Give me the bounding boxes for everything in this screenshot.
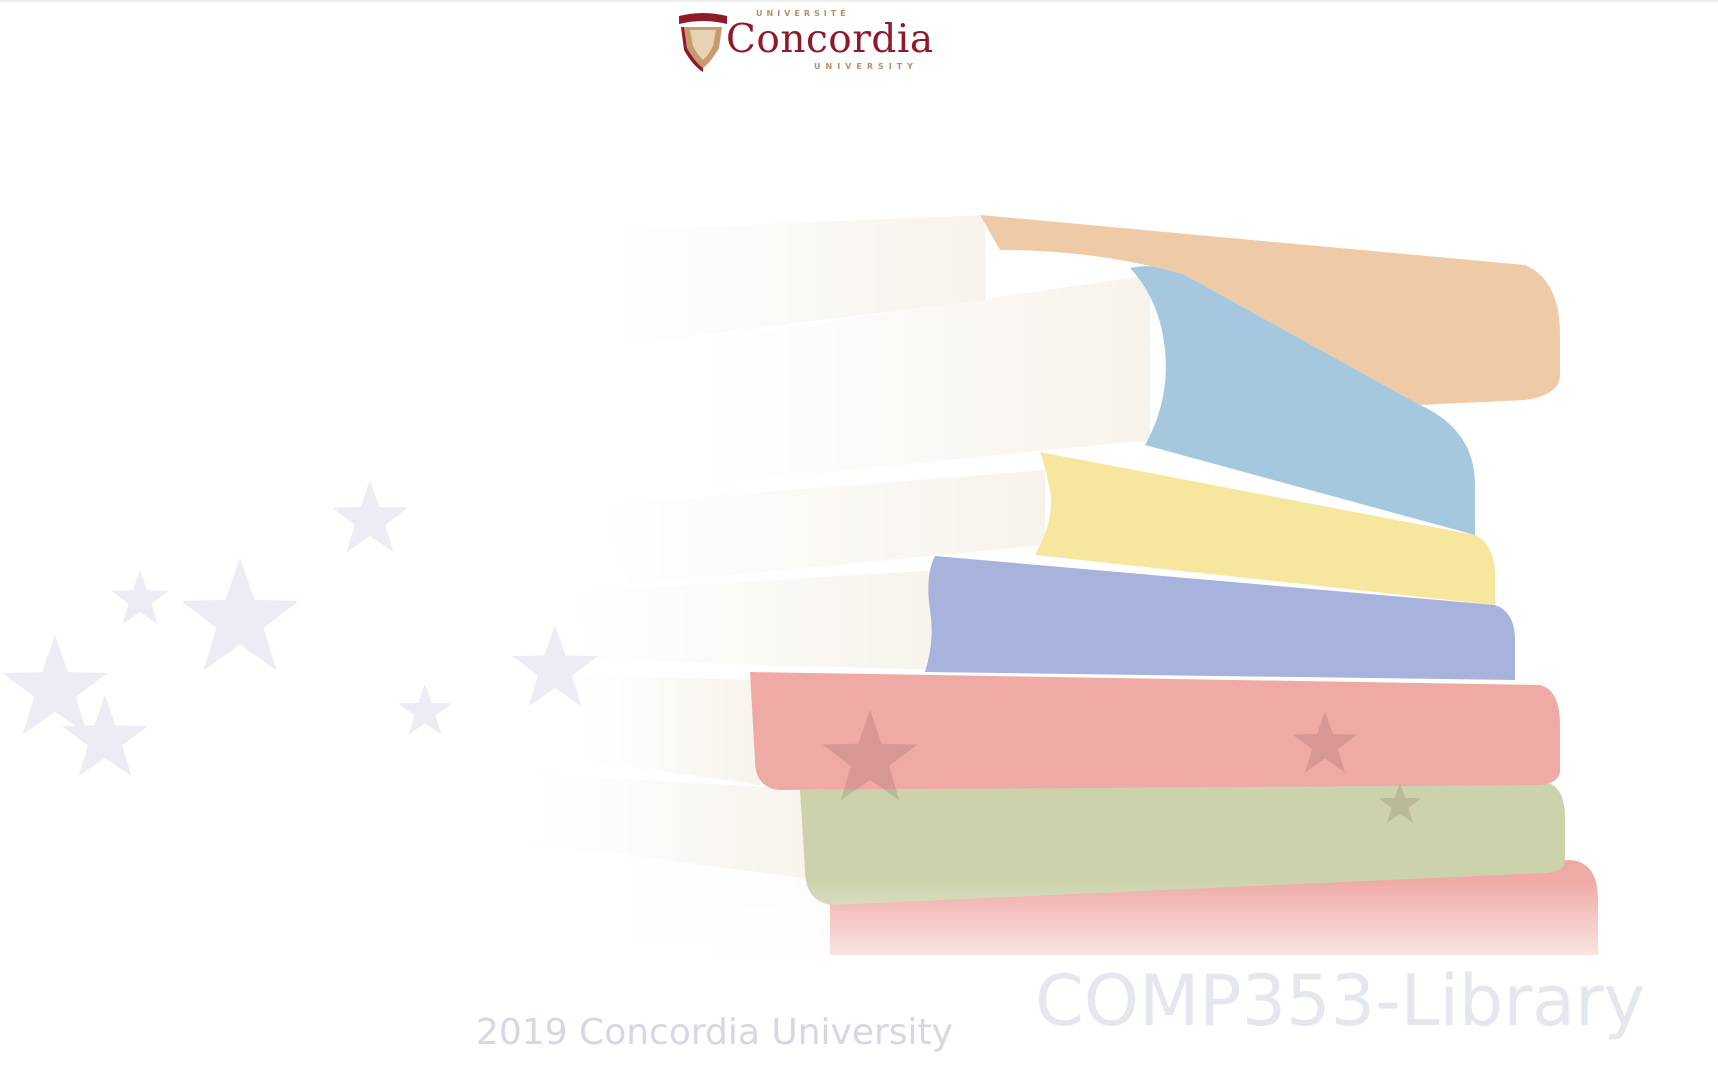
copyright-text: 2019 Concordia University: [476, 1012, 953, 1053]
title-slide: UNIVERSITÉ Concordia UNIVERSITY 2019 Con…: [0, 0, 1718, 1079]
book-stack-illustration: [2, 200, 1640, 990]
concordia-shield-icon: [679, 13, 727, 72]
concordia-logo: UNIVERSITÉ Concordia UNIVERSITY: [670, 6, 950, 76]
book-red: [580, 672, 1560, 790]
course-title: COMP353-Library: [1035, 960, 1646, 1042]
logo-university-text: UNIVERSITY: [814, 62, 918, 71]
logo-wordmark: Concordia: [726, 17, 934, 62]
